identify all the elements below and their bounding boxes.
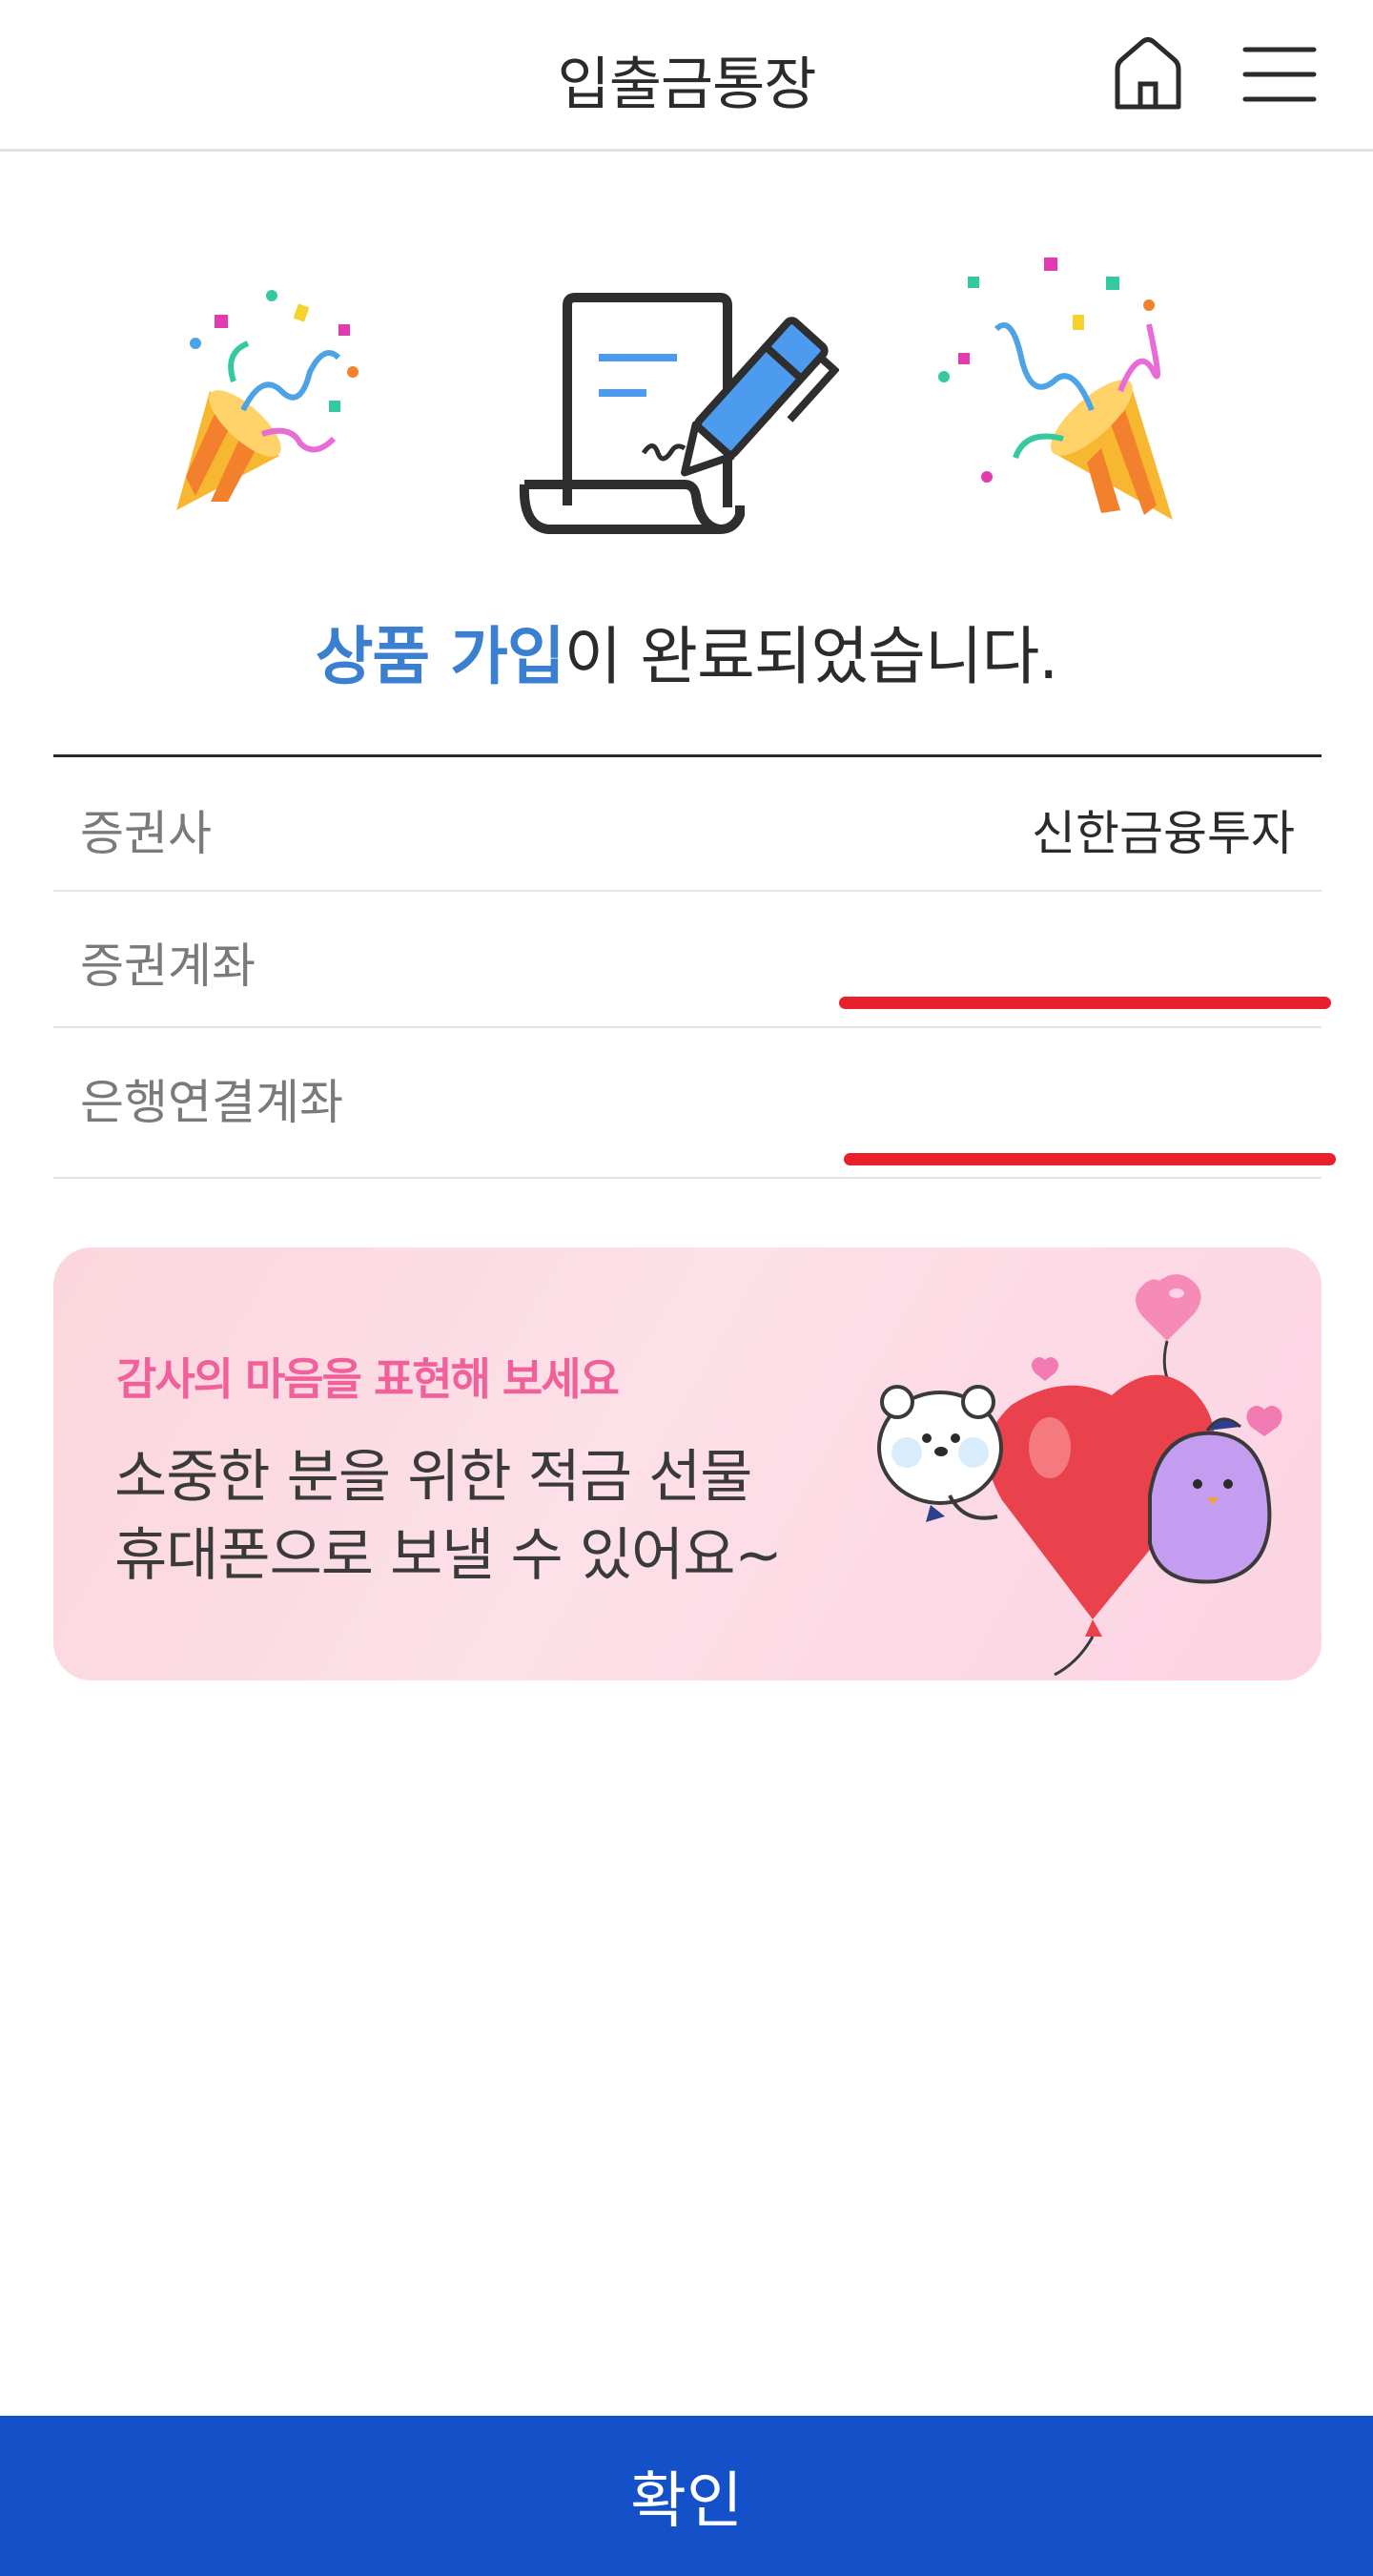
account-info-table: 증권사 신한금융투자 증권계좌 은행연결계좌 — [53, 754, 1322, 1179]
info-label: 증권사 — [80, 806, 212, 861]
hamburger-menu-icon[interactable] — [1240, 34, 1320, 114]
party-popper-right-icon — [938, 258, 1173, 520]
banner-headline-line1: 소중한 분을 위한 적금 선물 — [114, 1444, 752, 1511]
info-label: 은행연결계좌 — [80, 1075, 343, 1130]
home-icon[interactable] — [1108, 34, 1188, 114]
signed-document-icon — [519, 293, 839, 534]
completion-message: 상품 가입이 완료되었습니다. — [0, 606, 1373, 697]
redaction-mark — [839, 997, 1331, 1009]
info-row-securities-company: 증권사 신한금융투자 — [53, 757, 1322, 892]
gift-savings-banner[interactable]: 감사의 마음을 표현해 보세요 소중한 분을 위한 적금 선물 휴대폰으로 보낼… — [53, 1247, 1322, 1680]
bear-heart-balloon-illustration — [877, 1274, 1282, 1677]
completion-text: 이 완료되었습니다. — [564, 620, 1059, 693]
info-label: 증권계좌 — [80, 938, 256, 994]
party-popper-left-icon — [176, 290, 359, 510]
header-bar: 입출금통장 — [0, 0, 1373, 152]
confirm-button[interactable]: 확인 — [0, 2416, 1373, 2576]
completion-highlight: 상품 가입 — [315, 620, 565, 693]
info-value: 신한금융투자 — [1032, 806, 1295, 861]
banner-headline-line2: 휴대폰으로 보낼 수 있어요~ — [114, 1522, 783, 1589]
completion-illustration — [0, 191, 1373, 553]
redaction-mark — [844, 1153, 1336, 1165]
banner-kicker: 감사의 마음을 표현해 보세요 — [116, 1353, 620, 1405]
